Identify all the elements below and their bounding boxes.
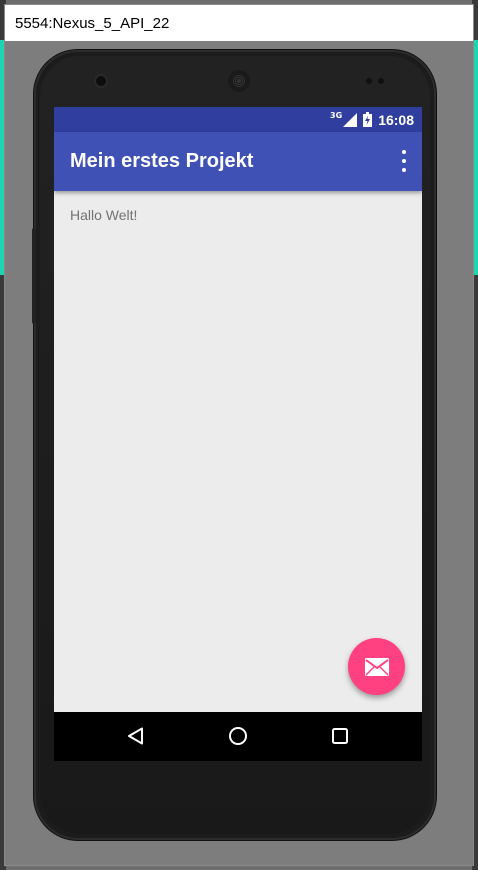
status-clock: 16:08 bbox=[378, 111, 414, 128]
recents-icon[interactable] bbox=[328, 724, 352, 748]
front-camera-icon bbox=[96, 76, 106, 86]
network-type-label: 3G bbox=[330, 111, 343, 120]
home-icon[interactable] bbox=[226, 724, 250, 748]
status-bar: 3G 16:08 bbox=[54, 107, 422, 132]
back-icon[interactable] bbox=[124, 724, 148, 748]
volume-button[interactable] bbox=[32, 228, 36, 324]
device-screen: 3G 16:08 Mein erstes Projekt Hallo Welt! bbox=[54, 107, 422, 761]
sensor-icon bbox=[366, 78, 372, 84]
battery-icon bbox=[363, 112, 373, 127]
window-title: 5554:Nexus_5_API_22 bbox=[15, 14, 170, 32]
email-icon bbox=[364, 657, 389, 676]
more-vert-icon[interactable] bbox=[400, 150, 408, 172]
sensor-icon bbox=[378, 78, 384, 84]
window-title-bar[interactable]: 5554:Nexus_5_API_22 bbox=[5, 5, 473, 41]
app-toolbar: Mein erstes Projekt bbox=[54, 132, 422, 191]
hello-world-text: Hallo Welt! bbox=[70, 207, 138, 223]
signal-icon bbox=[343, 112, 358, 127]
navigation-bar bbox=[54, 712, 422, 761]
floating-action-button[interactable] bbox=[348, 638, 405, 695]
app-title: Mein erstes Projekt bbox=[70, 150, 254, 172]
speaker-icon bbox=[228, 70, 250, 92]
